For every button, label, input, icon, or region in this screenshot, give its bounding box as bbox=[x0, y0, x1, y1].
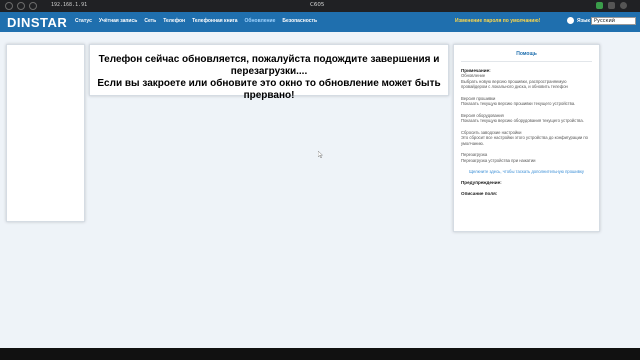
mouse-cursor-icon bbox=[318, 151, 323, 158]
menu-account[interactable]: Учётная запись bbox=[99, 18, 138, 24]
menu-phone[interactable]: Телефон bbox=[163, 18, 185, 24]
menu-network[interactable]: Сеть bbox=[144, 18, 156, 24]
reset-text: Это сбросит все настройки этого устройст… bbox=[461, 135, 589, 146]
warning-heading: Предупреждение: bbox=[461, 180, 502, 185]
update-text: Выбрать новую версию прошивки, распростр… bbox=[461, 78, 568, 90]
reboot-text: Перезагрузка устройства при нажатии bbox=[461, 157, 536, 163]
extensions-icon[interactable] bbox=[608, 2, 615, 9]
help-title: Помощь bbox=[461, 51, 592, 62]
main-menu: Статус Учётная запись Сеть Телефон Телеф… bbox=[75, 18, 317, 24]
page-body: Телефон сейчас обновляется, пожалуйста п… bbox=[0, 32, 640, 348]
gear-icon[interactable] bbox=[567, 17, 574, 24]
profile-icon[interactable] bbox=[620, 2, 627, 9]
menu-update[interactable]: Обновление bbox=[245, 18, 276, 24]
update-notice: Телефон сейчас обновляется, пожалуйста п… bbox=[89, 44, 449, 101]
forward-icon[interactable] bbox=[17, 2, 25, 10]
reload-icon[interactable] bbox=[29, 2, 37, 10]
firmware-link[interactable]: Щелкните здесь, чтобы таскать дополнител… bbox=[461, 169, 592, 174]
left-panel bbox=[6, 44, 85, 222]
hw-text: Показать текущую версию оборудования тек… bbox=[461, 118, 584, 123]
taskbar bbox=[0, 348, 640, 360]
language-select[interactable]: Русский bbox=[591, 17, 636, 25]
notice-line-2: Если вы закроете или обновите это окно т… bbox=[97, 78, 441, 101]
fw-text: Показать текущую версию прошивки текущег… bbox=[461, 101, 576, 106]
back-icon[interactable] bbox=[5, 2, 13, 10]
logo: DINSTAR bbox=[7, 15, 68, 30]
description-heading: Описание поля: bbox=[461, 191, 498, 196]
shield-extension-icon[interactable] bbox=[596, 2, 603, 9]
window-title: C605 bbox=[310, 2, 325, 8]
app-header: DINSTAR Статус Учётная запись Сеть Телеф… bbox=[0, 12, 640, 32]
help-panel: Помощь Примечание: Обновление Выбрать но… bbox=[453, 44, 600, 232]
browser-toolbar: 192.168.1.91 C605 bbox=[0, 0, 640, 12]
notice-line-1: Телефон сейчас обновляется, пожалуйста п… bbox=[98, 54, 440, 77]
password-warning-link[interactable]: Изменение пароля по умолчанию! bbox=[455, 18, 540, 24]
language-label: Язык bbox=[577, 18, 590, 24]
menu-security[interactable]: Безопасность bbox=[282, 18, 317, 24]
menu-status[interactable]: Статус bbox=[75, 18, 92, 24]
menu-phonebook[interactable]: Телефонная книга bbox=[192, 18, 237, 24]
address-bar[interactable]: 192.168.1.91 bbox=[51, 2, 87, 8]
